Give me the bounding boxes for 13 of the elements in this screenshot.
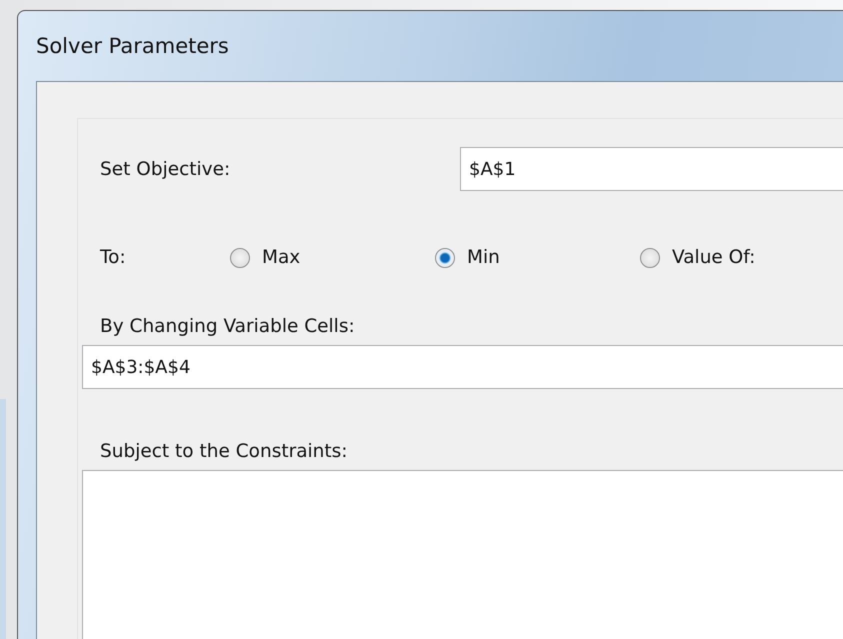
radio-button[interactable]	[435, 248, 455, 268]
to-label: To:	[100, 247, 127, 268]
changing-cells-field[interactable]: $A$3:$A$4	[82, 345, 843, 389]
changing-cells-label: By Changing Variable Cells:	[100, 316, 355, 337]
objective-label: Set Objective:	[100, 158, 232, 180]
window-title: Solver Parameters	[36, 33, 230, 60]
radio-label[interactable]: Min	[467, 247, 500, 268]
radio-button[interactable]	[640, 248, 660, 268]
constraints-label: Subject to the Constraints:	[100, 441, 348, 462]
radio-label[interactable]: Value Of:	[672, 247, 756, 268]
objective-field[interactable]: $A$1	[460, 147, 843, 191]
radio-label[interactable]: Max	[262, 247, 300, 268]
radio-button[interactable]	[230, 248, 250, 268]
